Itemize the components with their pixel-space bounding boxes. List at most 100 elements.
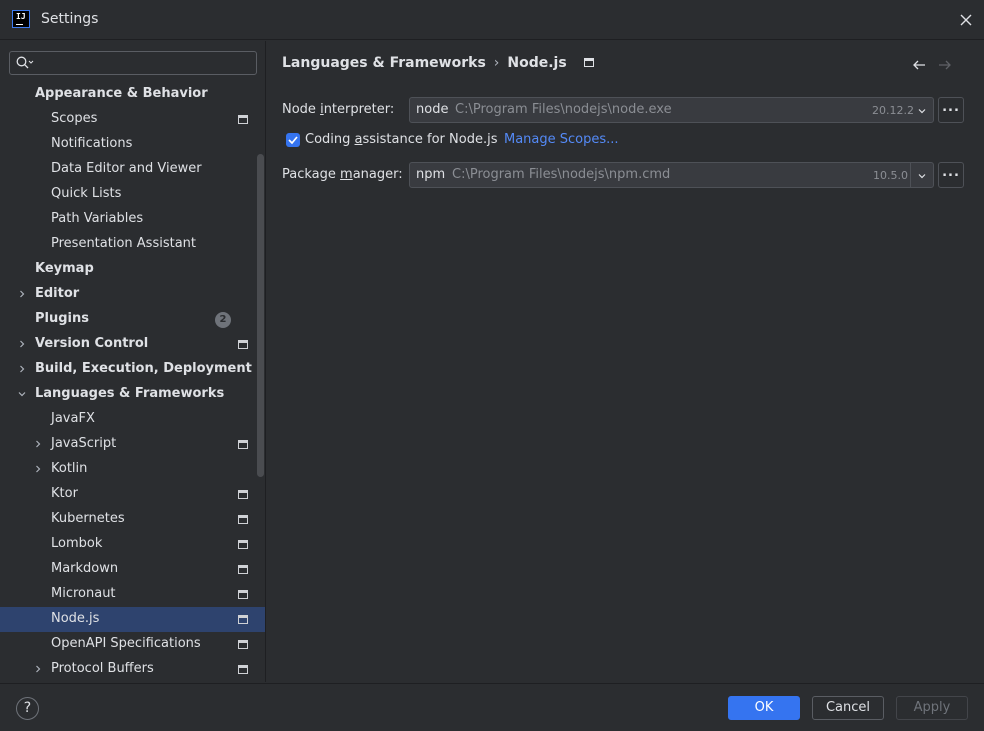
sidebar-item-path-variables[interactable]: Path Variables [0, 207, 265, 232]
sidebar-item-kotlin[interactable]: Kotlin [0, 457, 265, 482]
sidebar-item-presentation-assistant[interactable]: Presentation Assistant [0, 232, 265, 257]
project-level-icon [238, 590, 248, 599]
breadcrumb: Languages & Frameworks › Node.js [282, 55, 594, 71]
project-level-icon [238, 565, 248, 574]
apply-button[interactable]: Apply [896, 696, 968, 720]
sidebar-item-label: Scopes [51, 111, 98, 126]
chevron-down-icon [918, 109, 926, 114]
sidebar-item-label: Protocol Buffers [51, 661, 154, 676]
sidebar-item-javascript[interactable]: JavaScript [0, 432, 265, 457]
settings-search-input[interactable] [9, 51, 257, 75]
sidebar-item-protocol-buffers[interactable]: Protocol Buffers [0, 657, 265, 682]
chevron-right-icon[interactable] [33, 664, 43, 674]
sidebar-item-label: Version Control [35, 336, 149, 351]
project-level-icon [238, 540, 248, 549]
sidebar-item-appearance-behavior[interactable]: Appearance & Behavior [0, 82, 265, 107]
sidebar-item-openapi-specifications[interactable]: OpenAPI Specifications [0, 632, 265, 657]
plugins-update-badge: 2 [215, 312, 231, 328]
sidebar-item-scopes[interactable]: Scopes [0, 107, 265, 132]
project-level-icon [238, 515, 248, 524]
package-manager-label: Package manager: [282, 167, 403, 182]
breadcrumb-current: Node.js [507, 55, 567, 71]
sidebar-item-label: Keymap [35, 261, 94, 276]
chevron-right-icon[interactable] [17, 364, 27, 374]
breadcrumb-separator: › [493, 55, 500, 71]
help-button[interactable]: ? [16, 697, 39, 720]
sidebar-item-ktor[interactable]: Ktor [0, 482, 265, 507]
sidebar-item-version-control[interactable]: Version Control [0, 332, 265, 357]
checkmark-icon [288, 136, 298, 145]
interpreter-version: 20.12.2 [872, 104, 914, 117]
intellij-app-icon: IJ [12, 10, 30, 28]
title-bar: IJ Settings [0, 0, 984, 40]
sidebar-item-keymap[interactable]: Keymap [0, 257, 265, 282]
package-manager-path: C:\Program Files\nodejs\npm.cmd [452, 167, 671, 182]
sidebar-item-label: Build, Execution, Deployment [35, 361, 252, 376]
chevron-down-icon[interactable] [17, 389, 27, 399]
sidebar-item-label: JavaScript [51, 436, 117, 451]
back-arrow-icon[interactable] [911, 57, 927, 73]
sidebar-item-languages-frameworks[interactable]: Languages & Frameworks [0, 382, 265, 407]
project-level-icon [238, 615, 248, 624]
package-manager-combo[interactable]: npm C:\Program Files\nodejs\npm.cmd 10.5… [409, 162, 934, 188]
interpreter-path: C:\Program Files\nodejs\node.exe [455, 102, 672, 117]
sidebar-item-label: Path Variables [51, 211, 144, 226]
project-level-icon [238, 665, 248, 674]
sidebar-item-label: JavaFX [51, 411, 95, 426]
sidebar-item-label: Data Editor and Viewer [51, 161, 202, 176]
sidebar-item-label: Plugins [35, 311, 89, 326]
cancel-button[interactable]: Cancel [812, 696, 884, 720]
sidebar-item-editor[interactable]: Editor [0, 282, 265, 307]
sidebar-item-label: Languages & Frameworks [35, 386, 225, 401]
sidebar-item-micronaut[interactable]: Micronaut [0, 582, 265, 607]
sidebar-item-label: Kotlin [51, 461, 88, 476]
dialog-button-bar: ? OK Cancel Apply [0, 683, 984, 731]
sidebar-item-label: Editor [35, 286, 80, 301]
sidebar-item-data-editor-and-viewer[interactable]: Data Editor and Viewer [0, 157, 265, 182]
sidebar-item-label: Appearance & Behavior [35, 86, 208, 101]
sidebar-item-node-js[interactable]: Node.js [0, 607, 265, 632]
breadcrumb-parent[interactable]: Languages & Frameworks [282, 55, 486, 71]
project-level-icon [238, 440, 248, 449]
close-icon[interactable] [957, 11, 975, 29]
sidebar-item-javafx[interactable]: JavaFX [0, 407, 265, 432]
sidebar-scrollbar[interactable] [257, 154, 264, 477]
package-manager-name: npm [416, 167, 446, 182]
project-level-icon [583, 57, 594, 67]
interpreter-name: node [416, 102, 449, 117]
package-manager-version: 10.5.0 [873, 169, 908, 182]
interpreter-browse-button[interactable]: ... [938, 97, 964, 123]
settings-sidebar: Appearance & Behavior Scopes Notifications… [0, 41, 265, 682]
sidebar-item-kubernetes[interactable]: Kubernetes [0, 507, 265, 532]
project-level-icon [238, 640, 248, 649]
sidebar-item-build-execution-deployment[interactable]: Build, Execution, Deployment [0, 357, 265, 382]
sidebar-item-label: Lombok [51, 536, 103, 551]
ok-button[interactable]: OK [728, 696, 800, 720]
coding-assistance-checkbox[interactable] [286, 133, 300, 147]
combo-separator [910, 163, 911, 187]
chevron-right-icon[interactable] [33, 464, 43, 474]
chevron-right-icon[interactable] [17, 289, 27, 299]
chevron-right-icon[interactable] [17, 339, 27, 349]
sidebar-item-label: Presentation Assistant [51, 236, 196, 251]
chevron-right-icon[interactable] [33, 439, 43, 449]
nodejs-settings-panel: Languages & Frameworks › Node.js Node inte… [266, 41, 984, 682]
chevron-down-icon[interactable] [917, 171, 927, 181]
window-title: Settings [41, 11, 99, 27]
sidebar-item-label: Notifications [51, 136, 133, 151]
search-icon [16, 56, 34, 69]
sidebar-item-label: Markdown [51, 561, 119, 576]
coding-assistance-label[interactable]: Coding assistance for Node.js [305, 132, 497, 147]
sidebar-item-lombok[interactable]: Lombok [0, 532, 265, 557]
sidebar-item-notifications[interactable]: Notifications [0, 132, 265, 157]
project-level-icon [238, 115, 248, 124]
project-level-icon [238, 490, 248, 499]
sidebar-item-markdown[interactable]: Markdown [0, 557, 265, 582]
node-interpreter-label: Node interpreter: [282, 102, 395, 117]
sidebar-item-quick-lists[interactable]: Quick Lists [0, 182, 265, 207]
manage-scopes-link[interactable]: Manage Scopes... [504, 132, 619, 147]
sidebar-item-plugins[interactable]: Plugins 2 [0, 307, 265, 332]
forward-arrow-icon[interactable] [937, 57, 953, 73]
package-manager-browse-button[interactable]: ... [938, 162, 964, 188]
node-interpreter-combo[interactable]: node C:\Program Files\nodejs\node.exe 20… [409, 97, 934, 123]
